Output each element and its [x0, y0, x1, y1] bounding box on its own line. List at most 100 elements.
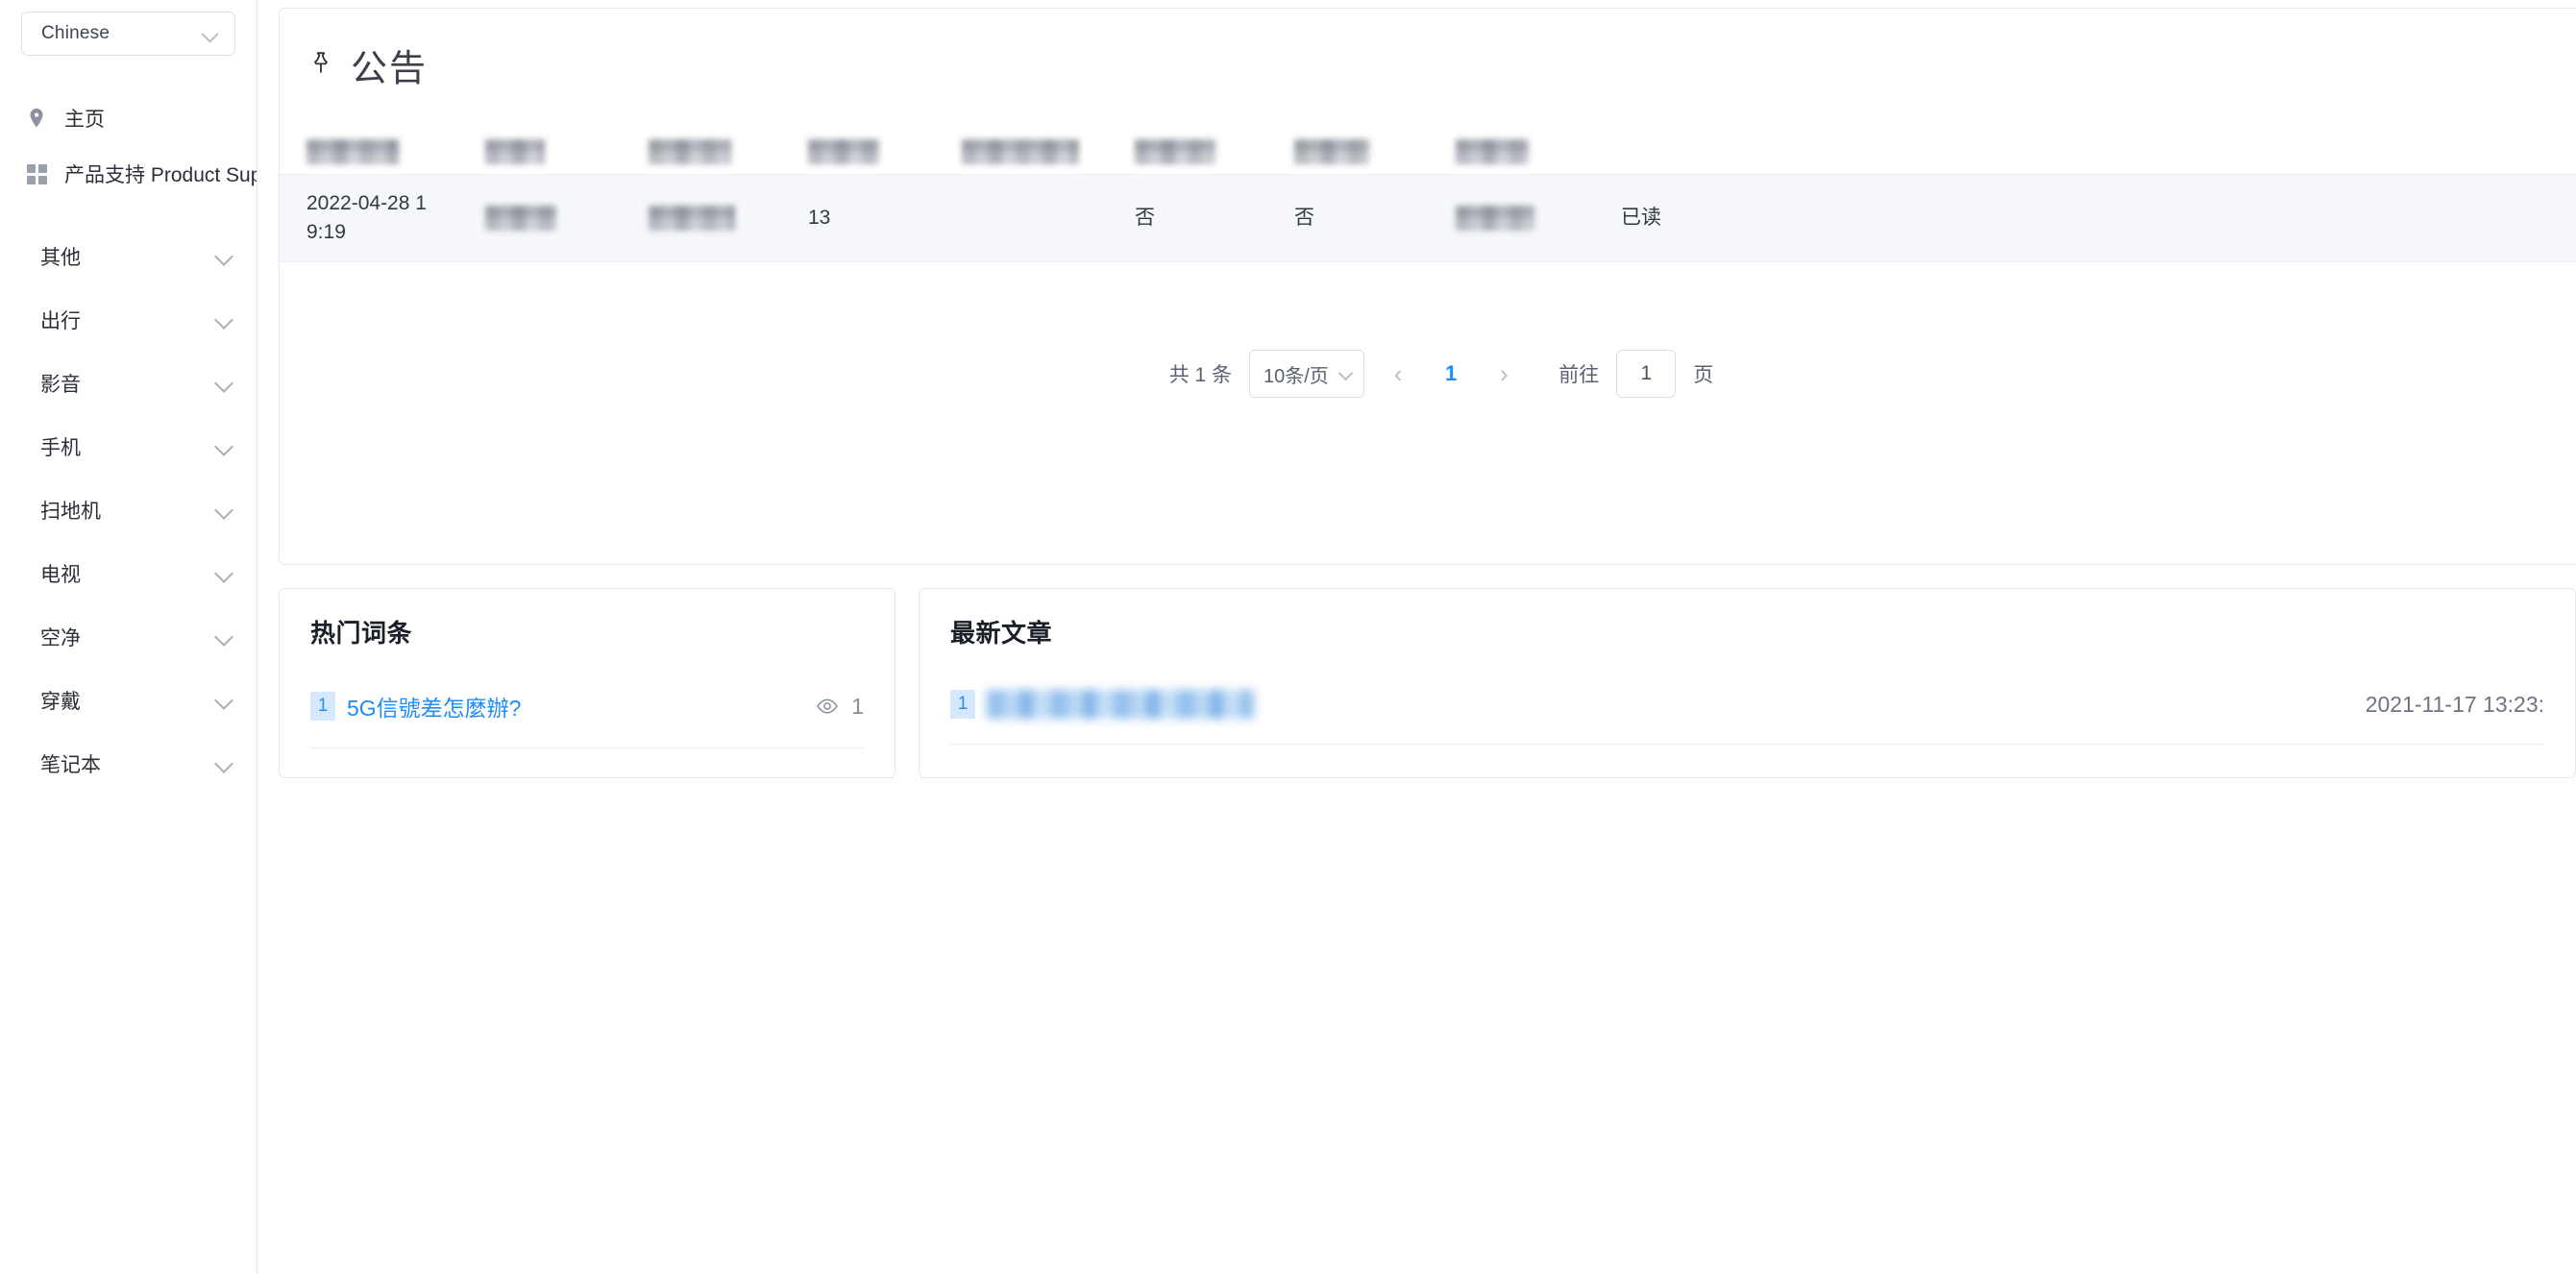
- table-header-cell[interactable]: [1444, 126, 1617, 164]
- announcement-date: 2022-04-28 19:19: [307, 192, 427, 243]
- language-select[interactable]: Chinese: [21, 12, 235, 56]
- sidebar-category-av[interactable]: 影音: [0, 352, 257, 415]
- hot-entries-title: 热门词条: [310, 619, 413, 648]
- list-item[interactable]: 1 5G信號差怎麼辦? 1: [310, 690, 865, 748]
- pagination: 共 1 条 10条/页 ‹ 1 › 前往 页: [280, 316, 2576, 431]
- chevron-down-icon[interactable]: [214, 627, 233, 647]
- chevron-down-icon: [202, 25, 219, 42]
- sidebar-category-wearable[interactable]: 穿戴: [0, 669, 257, 732]
- app-root: Chinese 主页 产品支持 Product Support: [0, 0, 2576, 1274]
- redacted-cell-text: [485, 206, 556, 231]
- chevron-left-icon[interactable]: ‹: [1382, 355, 1414, 393]
- table-cell-redacted: [474, 206, 637, 231]
- sidebar-category-phone[interactable]: 手机: [0, 415, 257, 478]
- sidebar-item-product-support[interactable]: 产品支持 Product Support: [0, 146, 257, 202]
- chevron-down-icon[interactable]: [214, 754, 233, 773]
- announcement-count: 13: [808, 207, 831, 229]
- redacted-cell-text: [1456, 206, 1534, 231]
- redacted-cell-text: [649, 206, 735, 231]
- rank-badge: 1: [310, 692, 335, 721]
- pushpin-icon: [307, 50, 335, 79]
- pagination-goto-input[interactable]: [1616, 350, 1677, 398]
- pagination-page-1[interactable]: 1: [1432, 361, 1470, 386]
- redacted-header-text: [962, 139, 1079, 164]
- list-item[interactable]: 1 2021-11-17 13:23:: [950, 690, 2544, 745]
- table-header-cell[interactable]: [1123, 126, 1283, 164]
- chevron-down-icon[interactable]: [214, 564, 233, 583]
- latest-articles-card: 最新文章 1 2021-11-17 13:23:: [919, 588, 2576, 778]
- table-header-cell[interactable]: [797, 126, 950, 164]
- sidebar-category-label: 笔记本: [40, 754, 101, 776]
- hot-entries-card: 热门词条 1 5G信號差怎麼辦? 1: [279, 588, 896, 778]
- table-header-row: [280, 116, 2576, 174]
- table-cell-redacted: [1444, 206, 1609, 231]
- table-header-cell[interactable]: [950, 126, 1123, 164]
- sidebar-item-home[interactable]: 主页: [0, 90, 257, 146]
- hot-entry-link[interactable]: 5G信號差怎麼辦?: [347, 690, 815, 723]
- pagination-page-unit: 页: [1693, 364, 1714, 386]
- rank-badge: 1: [950, 690, 976, 719]
- announcement-header: 公告: [280, 34, 2576, 95]
- status-badge: 已读: [1621, 207, 1661, 229]
- table-row[interactable]: 2022-04-28 19:19 13 否 否 已读: [280, 174, 2576, 262]
- page-size-select[interactable]: 10条/页: [1249, 350, 1365, 398]
- sidebar-category-travel[interactable]: 出行: [0, 288, 257, 352]
- table-header-cell[interactable]: [637, 126, 797, 164]
- redacted-header-text: [1456, 139, 1529, 164]
- announcement-card: 公告 2022-04-28 19:19 13 否 否 已读 共 1 条 10条/…: [279, 8, 2576, 565]
- chevron-right-icon[interactable]: ›: [1487, 355, 1520, 393]
- announcement-flag-1: 否: [1135, 207, 1155, 229]
- table-header-cell[interactable]: [1283, 126, 1444, 164]
- pagination-goto-label: 前往: [1558, 364, 1600, 386]
- page-title: 公告: [351, 48, 429, 89]
- article-date: 2021-11-17 13:23:: [2365, 691, 2544, 717]
- redacted-header-text: [485, 139, 545, 164]
- table-cell-date: 2022-04-28 19:19: [295, 189, 474, 247]
- table-cell-status: 已读: [1609, 204, 1782, 233]
- sidebar-category-tv[interactable]: 电视: [0, 542, 257, 605]
- sidebar-category-label: 空净: [40, 627, 81, 649]
- chevron-down-icon[interactable]: [214, 691, 233, 710]
- sidebar: Chinese 主页 产品支持 Product Support: [0, 0, 258, 1274]
- table-cell-flag1: 否: [1123, 204, 1283, 233]
- eye-icon: [815, 694, 840, 719]
- table-header-cell[interactable]: [295, 126, 474, 164]
- sidebar-category-laptop[interactable]: 笔记本: [0, 732, 257, 796]
- location-pin-icon: [24, 106, 49, 131]
- view-count: 1: [815, 694, 864, 720]
- chevron-down-icon[interactable]: [214, 247, 233, 266]
- sidebar-item-home-label: 主页: [64, 109, 105, 131]
- sidebar-category-air-purifier[interactable]: 空净: [0, 605, 257, 669]
- chevron-down-icon[interactable]: [214, 501, 233, 520]
- view-count-value: 1: [851, 693, 865, 719]
- sidebar-category-label: 电视: [40, 564, 81, 586]
- redacted-header-text: [808, 139, 879, 164]
- chevron-down-icon[interactable]: [214, 310, 233, 330]
- sidebar-category-list: 其他 出行 影音 手机 扫地机 电视 空净 穿戴 笔记本: [0, 225, 257, 796]
- sidebar-category-vacuum[interactable]: 扫地机: [0, 478, 257, 542]
- announcement-flag-2: 否: [1294, 207, 1314, 229]
- chevron-down-icon[interactable]: [214, 374, 233, 393]
- sidebar-category-label: 穿戴: [40, 691, 81, 713]
- chevron-down-icon[interactable]: [214, 437, 233, 456]
- sidebar-category-label: 其他: [40, 247, 81, 269]
- sidebar-nav: 主页 产品支持 Product Support: [0, 90, 257, 202]
- table-cell-redacted: [637, 206, 797, 231]
- redacted-header-text: [1294, 139, 1369, 164]
- sidebar-category-label: 影音: [40, 374, 81, 396]
- sidebar-category-other[interactable]: 其他: [0, 225, 257, 288]
- redacted-article-link[interactable]: [987, 690, 1255, 719]
- page-size-value: 10条/页: [1263, 365, 1329, 387]
- sidebar-category-label: 手机: [40, 437, 81, 459]
- table-cell-flag2: 否: [1283, 204, 1444, 233]
- sidebar-category-label: 扫地机: [40, 501, 101, 523]
- bottom-cards: 热门词条 1 5G信號差怎麼辦? 1 最新文章 1 2021-11-17 13:…: [279, 588, 2576, 778]
- table-cell-count: 13: [797, 204, 950, 233]
- redacted-header-text: [307, 139, 399, 164]
- main-content: 公告 2022-04-28 19:19 13 否 否 已读 共 1 条 10条/…: [258, 0, 2576, 1274]
- sidebar-item-product-support-label: 产品支持 Product Support: [64, 164, 257, 186]
- latest-articles-title: 最新文章: [950, 619, 1053, 648]
- chevron-down-icon: [1338, 366, 1354, 381]
- table-header-cell[interactable]: [474, 126, 637, 164]
- redacted-header-text: [649, 139, 731, 164]
